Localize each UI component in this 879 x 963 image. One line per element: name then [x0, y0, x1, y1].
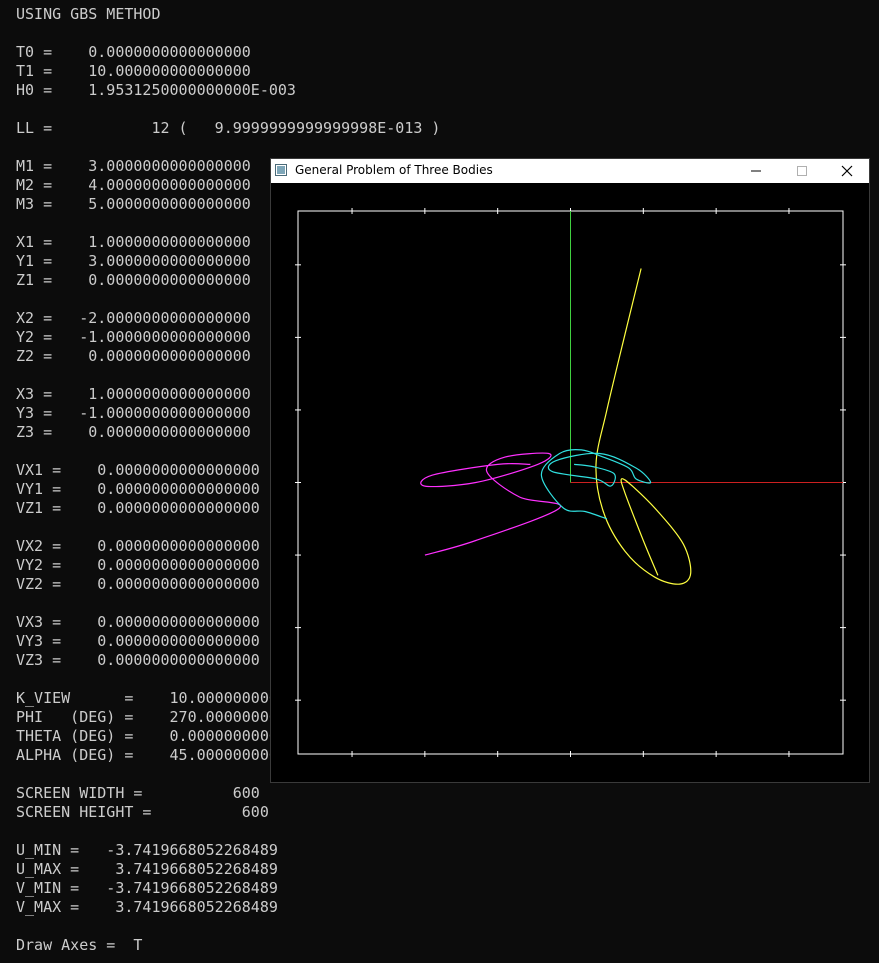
- console-line: X2 = -2.0000000000000000: [16, 309, 251, 327]
- body1-trajectory: [595, 268, 692, 585]
- plot-canvas: [271, 183, 869, 782]
- trajectory-plot: [295, 208, 846, 757]
- console-line: VY2 = 0.0000000000000000: [16, 556, 260, 574]
- console-line: VY1 = 0.0000000000000000: [16, 480, 260, 498]
- console-line: H0 = 1.9531250000000000E-003: [16, 81, 296, 99]
- console-line: VZ3 = 0.0000000000000000: [16, 651, 260, 669]
- minimize-button[interactable]: [733, 159, 779, 183]
- console-line: USING GBS METHOD: [16, 5, 161, 23]
- window-title: General Problem of Three Bodies: [295, 163, 493, 177]
- console-line: THETA (DEG) = 0.0000000000: [16, 727, 278, 745]
- console-line: V_MAX = 3.7419668052268489: [16, 898, 278, 916]
- maximize-button[interactable]: [779, 159, 825, 183]
- console-line: K_VIEW = 10.000000000: [16, 689, 278, 707]
- console-line: M3 = 5.0000000000000000: [16, 195, 251, 213]
- console-line: SCREEN WIDTH = 600: [16, 784, 260, 802]
- minimize-icon: [751, 170, 761, 172]
- console-line: Y2 = -1.0000000000000000: [16, 328, 251, 346]
- console-line: X1 = 1.0000000000000000: [16, 233, 251, 251]
- console-line: LL = 12 ( 9.9999999999999998E-013 ): [16, 119, 441, 137]
- body2-trajectory: [420, 452, 562, 556]
- close-button[interactable]: [824, 159, 870, 183]
- console-line: Z1 = 0.0000000000000000: [16, 271, 251, 289]
- console-line: M2 = 4.0000000000000000: [16, 176, 251, 194]
- console-line: VX1 = 0.0000000000000000: [16, 461, 260, 479]
- console-line: VY3 = 0.0000000000000000: [16, 632, 260, 650]
- console-line: VX2 = 0.0000000000000000: [16, 537, 260, 555]
- console-line: VZ1 = 0.0000000000000000: [16, 499, 260, 517]
- console-line: VZ2 = 0.0000000000000000: [16, 575, 260, 593]
- plot-window[interactable]: General Problem of Three Bodies: [270, 158, 870, 783]
- console-line: SCREEN HEIGHT = 600: [16, 803, 269, 821]
- console-line: Y3 = -1.0000000000000000: [16, 404, 251, 422]
- console-line: ALPHA (DEG) = 45.000000000: [16, 746, 278, 764]
- app-icon: [275, 164, 287, 176]
- console-line: Draw Axes = T: [16, 936, 143, 954]
- console-line: M1 = 3.0000000000000000: [16, 157, 251, 175]
- console-line: X3 = 1.0000000000000000: [16, 385, 251, 403]
- console-line: T0 = 0.0000000000000000: [16, 43, 251, 61]
- console-line: VX3 = 0.0000000000000000: [16, 613, 260, 631]
- window-titlebar[interactable]: General Problem of Three Bodies: [271, 159, 869, 183]
- console-line: U_MAX = 3.7419668052268489: [16, 860, 278, 878]
- console-line: PHI (DEG) = 270.00000000: [16, 708, 278, 726]
- console-line: Z2 = 0.0000000000000000: [16, 347, 251, 365]
- close-icon: [841, 165, 853, 177]
- console-line: Z3 = 0.0000000000000000: [16, 423, 251, 441]
- console-line: T1 = 10.000000000000000: [16, 62, 251, 80]
- console-line: Y1 = 3.0000000000000000: [16, 252, 251, 270]
- maximize-icon: [797, 166, 807, 176]
- console-line: U_MIN = -3.7419668052268489: [16, 841, 278, 859]
- console-line: V_MIN = -3.7419668052268489: [16, 879, 278, 897]
